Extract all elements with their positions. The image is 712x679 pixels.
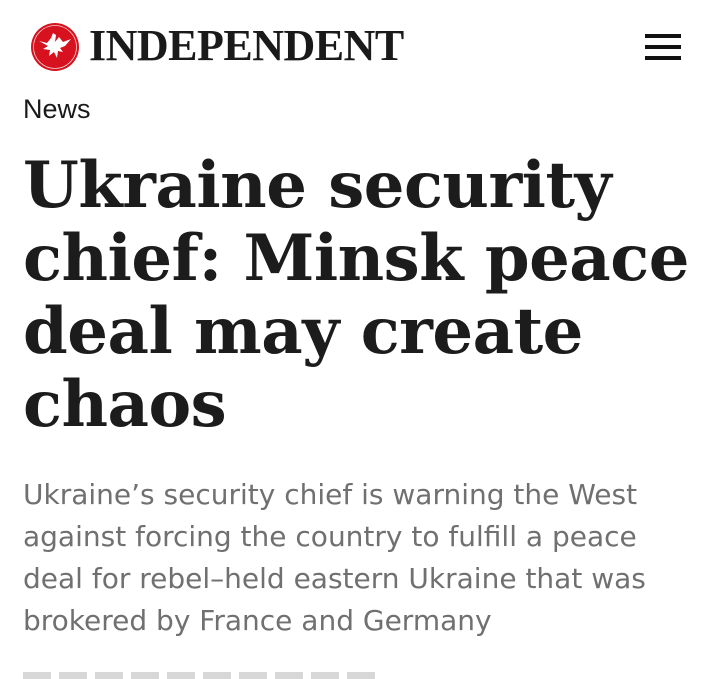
- section-link-news[interactable]: News: [23, 92, 91, 126]
- byline-cutoff: [23, 672, 383, 679]
- article-standfirst: Ukraine’s security chief is warning the …: [23, 478, 646, 637]
- eagle-icon[interactable]: [30, 22, 80, 72]
- menu-button[interactable]: [640, 32, 686, 62]
- site-logo[interactable]: INDEPENDENT: [89, 21, 404, 71]
- hamburger-menu-icon: [645, 45, 681, 49]
- site-header: INDEPENDENT: [0, 0, 712, 92]
- hamburger-menu-icon: [645, 34, 681, 38]
- hamburger-menu-icon: [645, 56, 681, 60]
- article-headline: Ukraine security chief: Minsk peace deal…: [23, 148, 689, 442]
